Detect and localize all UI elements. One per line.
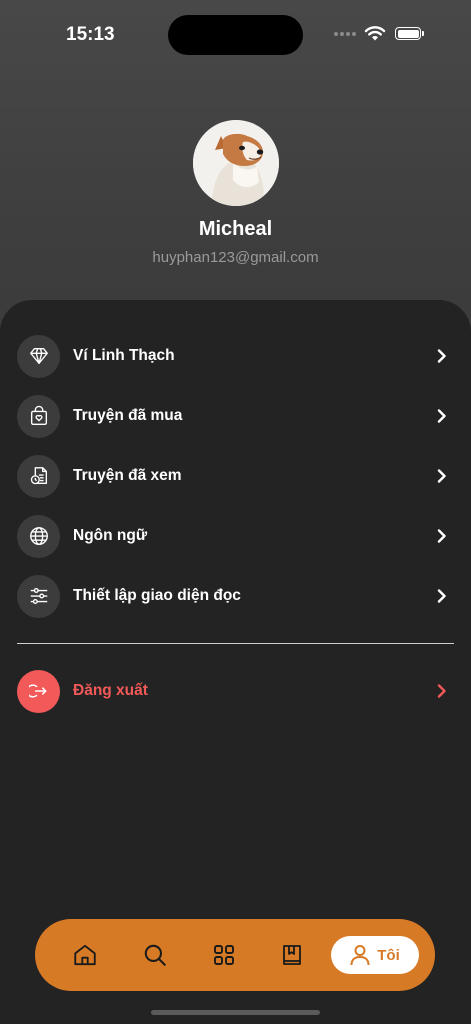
home-icon bbox=[74, 944, 96, 966]
chevron-right-icon bbox=[437, 409, 446, 423]
tab-categories[interactable] bbox=[206, 937, 242, 973]
chevron-right-icon bbox=[437, 589, 446, 603]
chevron-right-icon bbox=[437, 469, 446, 483]
menu-item-label: Ví Linh Thạch bbox=[73, 347, 175, 364]
avatar[interactable] bbox=[192, 120, 279, 206]
globe-icon bbox=[29, 527, 48, 545]
menu-divider bbox=[17, 643, 454, 644]
grid-icon bbox=[214, 945, 234, 965]
dog-avatar-image bbox=[192, 120, 279, 206]
history-document-icon bbox=[30, 467, 47, 485]
bookmark-book-icon bbox=[283, 945, 301, 965]
tab-library[interactable] bbox=[274, 937, 310, 973]
battery-icon bbox=[395, 27, 424, 40]
diamond-icon bbox=[29, 347, 48, 365]
chevron-right-icon bbox=[437, 529, 446, 543]
menu-item-label: Ngôn ngữ bbox=[73, 527, 148, 544]
search-icon bbox=[144, 944, 166, 966]
status-bar: 15:13 bbox=[0, 0, 471, 70]
user-icon bbox=[350, 945, 370, 966]
status-time: 15:13 bbox=[66, 24, 115, 45]
profile-header: Micheal huyphan123@gmail.com bbox=[0, 120, 471, 266]
menu-item-language[interactable]: Ngôn ngữ bbox=[17, 513, 457, 559]
home-indicator bbox=[151, 1010, 320, 1015]
chevron-right-icon bbox=[437, 684, 446, 698]
tab-profile[interactable]: Tôi bbox=[331, 936, 419, 974]
menu-item-viewed-stories[interactable]: Truyện đã xem bbox=[17, 453, 457, 499]
menu-item-wallet[interactable]: Ví Linh Thạch bbox=[17, 333, 457, 379]
chevron-right-icon bbox=[437, 349, 446, 363]
logout-label: Đăng xuất bbox=[73, 682, 148, 699]
dynamic-island bbox=[168, 15, 303, 55]
sliders-icon bbox=[30, 587, 47, 605]
logout-icon bbox=[28, 684, 46, 698]
wifi-icon bbox=[364, 26, 386, 41]
menu-item-purchased-stories[interactable]: Truyện đã mua bbox=[17, 393, 457, 439]
tab-profile-label: Tôi bbox=[377, 946, 400, 964]
cellular-signal-icon bbox=[334, 32, 356, 36]
menu-item-label: Truyện đã xem bbox=[73, 467, 182, 484]
tab-search[interactable] bbox=[137, 937, 173, 973]
logout-button[interactable]: Đăng xuất bbox=[17, 668, 457, 714]
menu-item-label: Truyện đã mua bbox=[73, 407, 183, 424]
menu-item-reading-settings[interactable]: Thiết lập giao diện đọc bbox=[17, 573, 457, 619]
tab-home[interactable] bbox=[67, 937, 103, 973]
menu-item-label: Thiết lập giao diện đọc bbox=[73, 587, 241, 604]
profile-name: Micheal bbox=[198, 218, 273, 240]
shopping-bag-icon bbox=[30, 405, 47, 425]
profile-email: huyphan123@gmail.com bbox=[152, 249, 319, 266]
bottom-tab-bar: Tôi bbox=[35, 919, 435, 991]
account-menu-sheet: Ví Linh Thạch Truyện đã mua Truyện đã xe… bbox=[0, 300, 471, 1024]
